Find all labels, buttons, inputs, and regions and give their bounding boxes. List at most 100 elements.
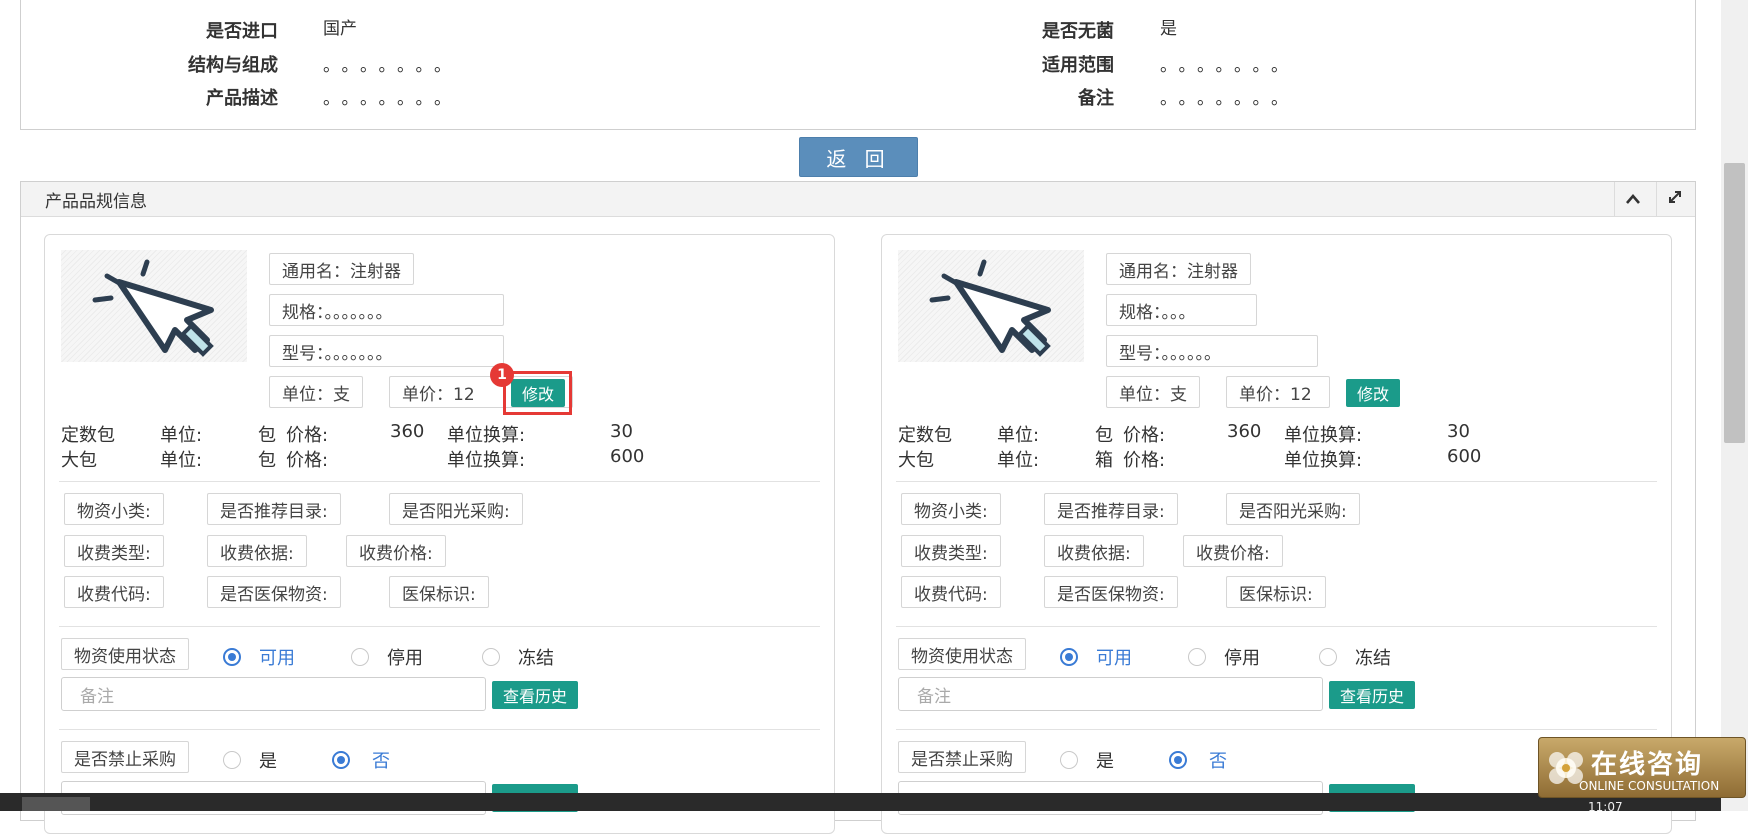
pack-unit: 包 [258, 425, 276, 446]
info-label-import: 是否进口 [206, 21, 278, 42]
spec-tag: 规格：。。。。。。。 [269, 294, 504, 326]
status-option-available[interactable]: 可用 [223, 644, 295, 670]
product-thumbnail [61, 250, 247, 362]
taskbar [0, 793, 1721, 811]
spec-tag: 规格：。。。 [1106, 294, 1257, 326]
pack-conv-label: 单位换算: [1284, 425, 1363, 446]
ban-option-label: 否 [372, 751, 390, 772]
pack-price-label: 价格: [1123, 425, 1166, 446]
unit-tag: 单位：支 [269, 376, 363, 408]
section-header: 产品品规信息 [21, 182, 1695, 217]
section-title: 产品品规信息 [45, 191, 147, 212]
ban-option-label: 是 [1096, 751, 1114, 772]
status-option-label: 冻结 [518, 648, 554, 669]
pack-conv-label: 单位换算: [1284, 450, 1363, 471]
pack-conv: 30 [610, 421, 633, 442]
info-value-import: 国产 [323, 19, 357, 39]
radio-unchecked-icon [1319, 648, 1337, 666]
online-consultation-widget[interactable]: 在线咨询 ONLINE CONSULTATION [1538, 737, 1746, 798]
attr-tag: 收费依据: [207, 535, 307, 567]
radio-checked-icon [1060, 648, 1078, 666]
status-option-frozen[interactable]: 冻结 [1319, 644, 1391, 670]
radio-checked-icon [223, 648, 241, 666]
pack-name: 定数包 [61, 425, 115, 446]
pack-unit-label: 单位: [160, 425, 203, 446]
pack-conv-label: 单位换算: [447, 450, 526, 471]
status-remark-input[interactable]: 备注 [61, 677, 486, 711]
pack-conv: 600 [610, 446, 645, 467]
usage-status-label: 物资使用状态 [61, 638, 189, 670]
ban-purchase-label: 是否禁止采购 [898, 741, 1026, 773]
attr-tag: 是否阳光采购: [1226, 493, 1360, 525]
expand-button[interactable] [1656, 182, 1693, 216]
divider [59, 481, 820, 482]
radio-unchecked-icon [1060, 751, 1078, 769]
pack-price-label: 价格: [1123, 450, 1166, 471]
info-label-remark: 备注 [1078, 88, 1114, 109]
status-option-label: 停用 [387, 648, 423, 669]
step-badge: 1 [490, 363, 514, 387]
ban-option-no[interactable]: 否 [332, 747, 390, 773]
pack-price-label: 价格: [286, 425, 329, 446]
pack-unit-label: 单位: [160, 450, 203, 471]
view-history-button[interactable]: 查看历史 [492, 681, 578, 709]
pack-conv: 600 [1447, 446, 1482, 467]
pack-unit-label: 单位: [997, 450, 1040, 471]
attr-tag: 是否医保物资: [1044, 576, 1178, 608]
attr-tag: 医保标识: [389, 576, 489, 608]
info-label-sterile: 是否无菌 [1042, 21, 1114, 42]
radio-unchecked-icon [1188, 648, 1206, 666]
radio-unchecked-icon [482, 648, 500, 666]
radio-unchecked-icon [351, 648, 369, 666]
back-button[interactable]: 返 回 [799, 137, 918, 177]
status-option-label: 停用 [1224, 648, 1260, 669]
ban-option-yes[interactable]: 是 [1060, 747, 1114, 773]
price-tag: 单价：12 [1226, 376, 1330, 408]
status-remark-input[interactable]: 备注 [898, 677, 1323, 711]
attr-tag: 收费依据: [1044, 535, 1144, 567]
status-option-disabled[interactable]: 停用 [351, 644, 423, 670]
attr-tag: 收费代码: [901, 576, 1001, 608]
spec-card-1: 通用名：注射器 规格：。。。。。。。 型号：。。。。。。。 单位：支 单价：12… [44, 234, 835, 834]
attr-tag: 收费价格: [346, 535, 446, 567]
ban-option-no[interactable]: 否 [1169, 747, 1227, 773]
ban-option-label: 是 [259, 751, 277, 772]
status-option-frozen[interactable]: 冻结 [482, 644, 554, 670]
pack-name: 定数包 [898, 425, 952, 446]
pack-unit-label: 单位: [997, 425, 1040, 446]
pack-name: 大包 [61, 450, 97, 471]
info-label-structure: 结构与组成 [188, 55, 278, 76]
consult-subtitle: ONLINE CONSULTATION [1579, 779, 1720, 793]
status-option-label: 可用 [1096, 648, 1132, 669]
generic-name-tag: 通用名：注射器 [269, 253, 414, 285]
attr-tag: 物资小类: [901, 493, 1001, 525]
status-option-disabled[interactable]: 停用 [1188, 644, 1260, 670]
info-value-scope: 。。。。。。。 [1160, 56, 1298, 76]
unit-tag: 单位：支 [1106, 376, 1200, 408]
info-label-scope: 适用范围 [1042, 55, 1114, 76]
info-value-description: 。。。。。。。 [323, 89, 461, 109]
attr-tag: 医保标识: [1226, 576, 1326, 608]
pack-conv-label: 单位换算: [447, 425, 526, 446]
attr-tag: 收费类型: [64, 535, 164, 567]
view-history-button[interactable]: 查看历史 [1329, 681, 1415, 709]
page-scrollbar-thumb[interactable] [1724, 163, 1745, 443]
taskbar-start-button[interactable] [22, 797, 90, 811]
status-option-available[interactable]: 可用 [1060, 644, 1132, 670]
collapse-button[interactable] [1614, 182, 1651, 216]
attr-tag: 是否推荐目录: [1044, 493, 1178, 525]
radio-unchecked-icon [223, 751, 241, 769]
ban-option-yes[interactable]: 是 [223, 747, 277, 773]
attr-tag: 是否推荐目录: [207, 493, 341, 525]
consult-title: 在线咨询 [1591, 750, 1704, 780]
price-text: 单价：12 [1239, 384, 1312, 405]
attr-tag: 收费价格: [1183, 535, 1283, 567]
pack-unit: 包 [258, 450, 276, 471]
price-text: 单价：12 [402, 384, 475, 405]
pack-price-label: 价格: [286, 450, 329, 471]
pack-unit: 箱 [1095, 450, 1113, 471]
divider [59, 729, 820, 730]
edit-button[interactable]: 修改 [1346, 379, 1400, 407]
pack-unit: 包 [1095, 425, 1113, 446]
expand-icon [1667, 189, 1683, 210]
